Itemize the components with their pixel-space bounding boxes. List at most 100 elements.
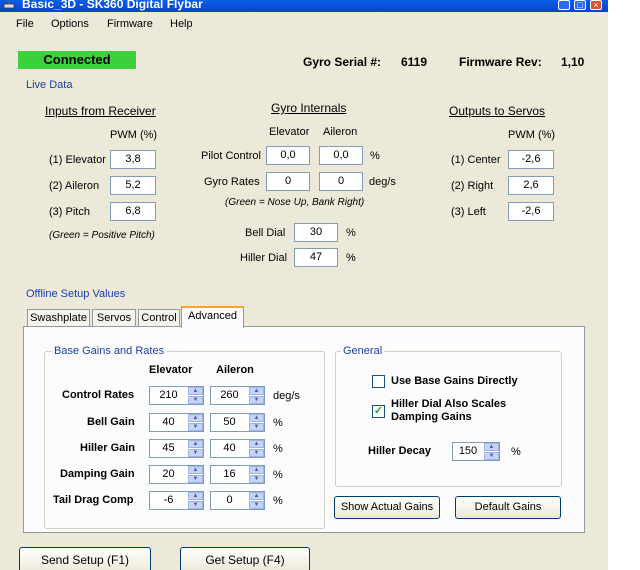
bell-gain-label: Bell Gain — [87, 416, 135, 428]
tab-control[interactable]: Control — [138, 309, 180, 327]
spin-down-icon[interactable]: ▼ — [188, 501, 203, 509]
tab-advanced[interactable]: Advanced — [181, 306, 244, 328]
window-title: Basic_3D - SK360 Digital Flybar — [22, 0, 203, 11]
control-rates-aileron-value[interactable]: 260 — [211, 387, 248, 404]
control-rates-label: Control Rates — [62, 389, 135, 401]
outputs-pwm-header: PWM (%) — [508, 129, 556, 141]
spin-down-icon[interactable]: ▼ — [249, 475, 264, 483]
close-icon[interactable]: × — [590, 0, 602, 10]
bell-gain-elevator-value[interactable]: 40 — [150, 414, 187, 431]
hiller-dial-unit: % — [346, 252, 356, 264]
spin-up-icon[interactable]: ▲ — [249, 387, 264, 395]
bell-gain-aileron-value[interactable]: 50 — [211, 414, 248, 431]
damping-gain-elevator-value[interactable]: 20 — [150, 466, 187, 483]
get-setup-button[interactable]: Get Setup (F4) — [180, 547, 310, 570]
maximize-icon[interactable]: □ — [574, 0, 586, 10]
base-col-elevator: Elevator — [149, 364, 193, 376]
bell-dial-value: 30 — [294, 223, 338, 242]
input-pitch-value: 6,8 — [110, 202, 156, 221]
inputs-note: (Green = Positive Pitch) — [49, 230, 155, 241]
tab-swashplate[interactable]: Swashplate — [27, 309, 90, 327]
inputs-heading: Inputs from Receiver — [45, 104, 156, 118]
use-base-gains-label[interactable]: Use Base Gains Directly — [391, 375, 518, 387]
tail-drag-comp-unit: % — [273, 495, 283, 507]
spin-up-icon[interactable]: ▲ — [188, 492, 203, 500]
hiller-dial-scales-label-line2[interactable]: Damping Gains — [391, 411, 472, 423]
spin-up-icon[interactable]: ▲ — [249, 466, 264, 474]
general-title: General — [341, 345, 385, 357]
firmware-rev-label: Firmware Rev: — [459, 55, 542, 69]
spin-down-icon[interactable]: ▼ — [249, 423, 264, 431]
live-data-title: Live Data — [26, 79, 73, 91]
minimize-icon[interactable]: _ — [558, 0, 570, 10]
base-gains-title: Base Gains and Rates — [52, 345, 167, 357]
spin-up-icon[interactable]: ▲ — [188, 440, 203, 448]
default-gains-button[interactable]: Default Gains — [455, 496, 561, 519]
spin-up-icon[interactable]: ▲ — [249, 440, 264, 448]
spin-down-icon[interactable]: ▼ — [249, 501, 264, 509]
bell-gain-aileron-spinner[interactable]: 50 ▲ ▼ — [210, 413, 265, 432]
input-elevator-label: (1) Elevator — [49, 154, 106, 166]
spin-down-icon[interactable]: ▼ — [188, 475, 203, 483]
spin-up-icon[interactable]: ▲ — [249, 492, 264, 500]
use-base-gains-checkbox[interactable] — [372, 375, 385, 388]
damping-gain-elevator-spinner[interactable]: 20 ▲ ▼ — [149, 465, 204, 484]
menu-options[interactable]: Options — [51, 18, 89, 30]
tail-drag-comp-elevator-spinner[interactable]: -6 ▲ ▼ — [149, 491, 204, 510]
hiller-decay-unit: % — [511, 446, 521, 458]
hiller-decay-value[interactable]: 150 — [453, 443, 483, 460]
show-actual-gains-button[interactable]: Show Actual Gains — [334, 496, 440, 519]
hiller-dial-scales-checkbox[interactable]: ✓ — [372, 405, 385, 418]
hiller-dial-scales-label-line1[interactable]: Hiller Dial Also Scales — [391, 398, 506, 410]
control-rates-unit: deg/s — [273, 390, 300, 402]
offline-setup-title: Offline Setup Values — [26, 288, 126, 300]
bell-gain-unit: % — [273, 417, 283, 429]
spin-up-icon[interactable]: ▲ — [188, 414, 203, 422]
hiller-gain-label: Hiller Gain — [80, 442, 136, 454]
base-col-aileron: Aileron — [216, 364, 254, 376]
control-rates-elevator-value[interactable]: 210 — [150, 387, 187, 404]
pilot-control-unit: % — [370, 150, 380, 162]
hiller-dial-label: Hiller Dial — [240, 252, 288, 264]
spin-down-icon[interactable]: ▼ — [249, 396, 264, 404]
menu-bar: File Options Firmware Help — [0, 13, 608, 35]
output-center-value: -2,6 — [508, 150, 554, 169]
spin-down-icon[interactable]: ▼ — [188, 449, 203, 457]
tail-drag-comp-aileron-value[interactable]: 0 — [211, 492, 248, 509]
hiller-dial-value: 47 — [294, 248, 338, 267]
menu-help[interactable]: Help — [170, 18, 193, 30]
app-icon — [3, 1, 15, 9]
output-right-value: 2,6 — [508, 176, 554, 195]
hiller-gain-unit: % — [273, 443, 283, 455]
menu-firmware[interactable]: Firmware — [107, 18, 153, 30]
tab-servos[interactable]: Servos — [92, 309, 136, 327]
spin-down-icon[interactable]: ▼ — [484, 452, 499, 460]
damping-gain-aileron-spinner[interactable]: 16 ▲ ▼ — [210, 465, 265, 484]
gyro-col-aileron: Aileron — [323, 126, 358, 138]
title-bar[interactable]: Basic_3D - SK360 Digital Flybar _ □ × — [0, 0, 608, 12]
hiller-gain-aileron-value[interactable]: 40 — [211, 440, 248, 457]
send-setup-button[interactable]: Send Setup (F1) — [19, 547, 151, 570]
main-window: Basic_3D - SK360 Digital Flybar _ □ × Fi… — [0, 0, 608, 570]
menu-file[interactable]: File — [16, 18, 34, 30]
spin-down-icon[interactable]: ▼ — [188, 396, 203, 404]
damping-gain-unit: % — [273, 469, 283, 481]
damping-gain-aileron-value[interactable]: 16 — [211, 466, 248, 483]
bell-dial-unit: % — [346, 227, 356, 239]
spin-down-icon[interactable]: ▼ — [249, 449, 264, 457]
bell-gain-elevator-spinner[interactable]: 40 ▲ ▼ — [149, 413, 204, 432]
spin-up-icon[interactable]: ▲ — [188, 466, 203, 474]
spin-up-icon[interactable]: ▲ — [249, 414, 264, 422]
hiller-gain-aileron-spinner[interactable]: 40 ▲ ▼ — [210, 439, 265, 458]
spin-up-icon[interactable]: ▲ — [188, 387, 203, 395]
hiller-decay-spinner[interactable]: 150 ▲ ▼ — [452, 442, 500, 461]
spin-down-icon[interactable]: ▼ — [188, 423, 203, 431]
hiller-gain-elevator-spinner[interactable]: 45 ▲ ▼ — [149, 439, 204, 458]
spin-up-icon[interactable]: ▲ — [484, 443, 499, 451]
control-rates-aileron-spinner[interactable]: 260 ▲ ▼ — [210, 386, 265, 405]
control-rates-elevator-spinner[interactable]: 210 ▲ ▼ — [149, 386, 204, 405]
hiller-gain-elevator-value[interactable]: 45 — [150, 440, 187, 457]
tail-drag-comp-elevator-value[interactable]: -6 — [150, 492, 187, 509]
pilot-control-elevator: 0,0 — [266, 146, 310, 165]
tail-drag-comp-aileron-spinner[interactable]: 0 ▲ ▼ — [210, 491, 265, 510]
